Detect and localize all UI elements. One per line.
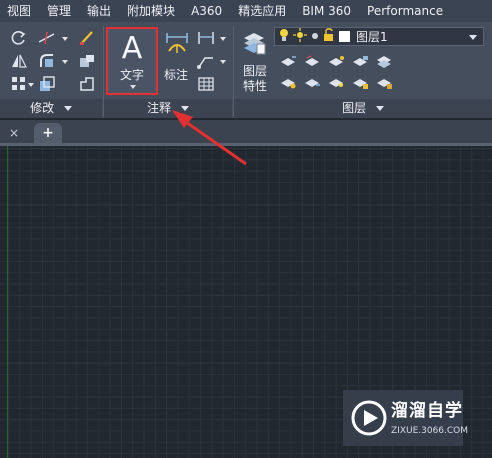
watermark-brand: 溜溜自学 — [391, 401, 463, 421]
watermark-url: ZIXUE.3066.COM — [391, 426, 469, 436]
watermark: 溜溜自学 ZIXUE.3066.COM — [343, 390, 468, 446]
watermark-logo-icon — [351, 400, 387, 436]
